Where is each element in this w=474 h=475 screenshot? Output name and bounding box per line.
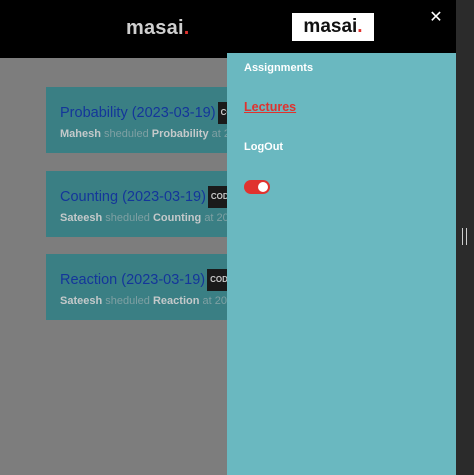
drawer-logo-dot: .	[357, 16, 363, 37]
brand-logo-text: masai	[126, 17, 184, 39]
theme-toggle[interactable]	[244, 180, 270, 194]
brand-logo[interactable]: masai.	[126, 17, 189, 40]
lecture-action: sheduled	[105, 295, 150, 307]
lecture-action: sheduled	[105, 212, 150, 224]
brand-logo-dot: .	[183, 17, 190, 39]
nav-link-assignments[interactable]: Assignments	[244, 62, 313, 74]
lecture-author: Mahesh	[60, 128, 101, 140]
lecture-action: sheduled	[104, 128, 149, 140]
scroll-grip-handle[interactable]	[462, 228, 467, 245]
toggle-knob	[258, 182, 268, 192]
lecture-subject: Probability	[151, 128, 209, 140]
lecture-title[interactable]: Counting (2023-03-19)	[60, 189, 206, 205]
side-drawer: masai. ✕ Assignments Lectures LogOut	[227, 0, 456, 475]
nav-link-logout[interactable]: LogOut	[244, 141, 283, 153]
lecture-author: Sateesh	[60, 295, 103, 307]
lecture-author: Sateesh	[60, 212, 103, 224]
drawer-logo[interactable]: masai.	[292, 13, 374, 41]
app-window: masai. Probability (2023-03-19)CODING Ma…	[0, 0, 456, 475]
lecture-title[interactable]: Reaction (2023-03-19)	[60, 272, 205, 288]
window-scrollbar[interactable]	[456, 0, 474, 475]
drawer-logo-text: masai	[303, 16, 358, 37]
nav-link-lectures[interactable]: Lectures	[244, 100, 296, 114]
drawer-header: masai. ✕	[227, 0, 456, 53]
close-icon[interactable]: ✕	[427, 9, 445, 27]
lecture-subject: Reaction	[152, 295, 200, 307]
lecture-title[interactable]: Probability (2023-03-19)	[60, 105, 216, 121]
lecture-subject: Counting	[152, 212, 202, 224]
